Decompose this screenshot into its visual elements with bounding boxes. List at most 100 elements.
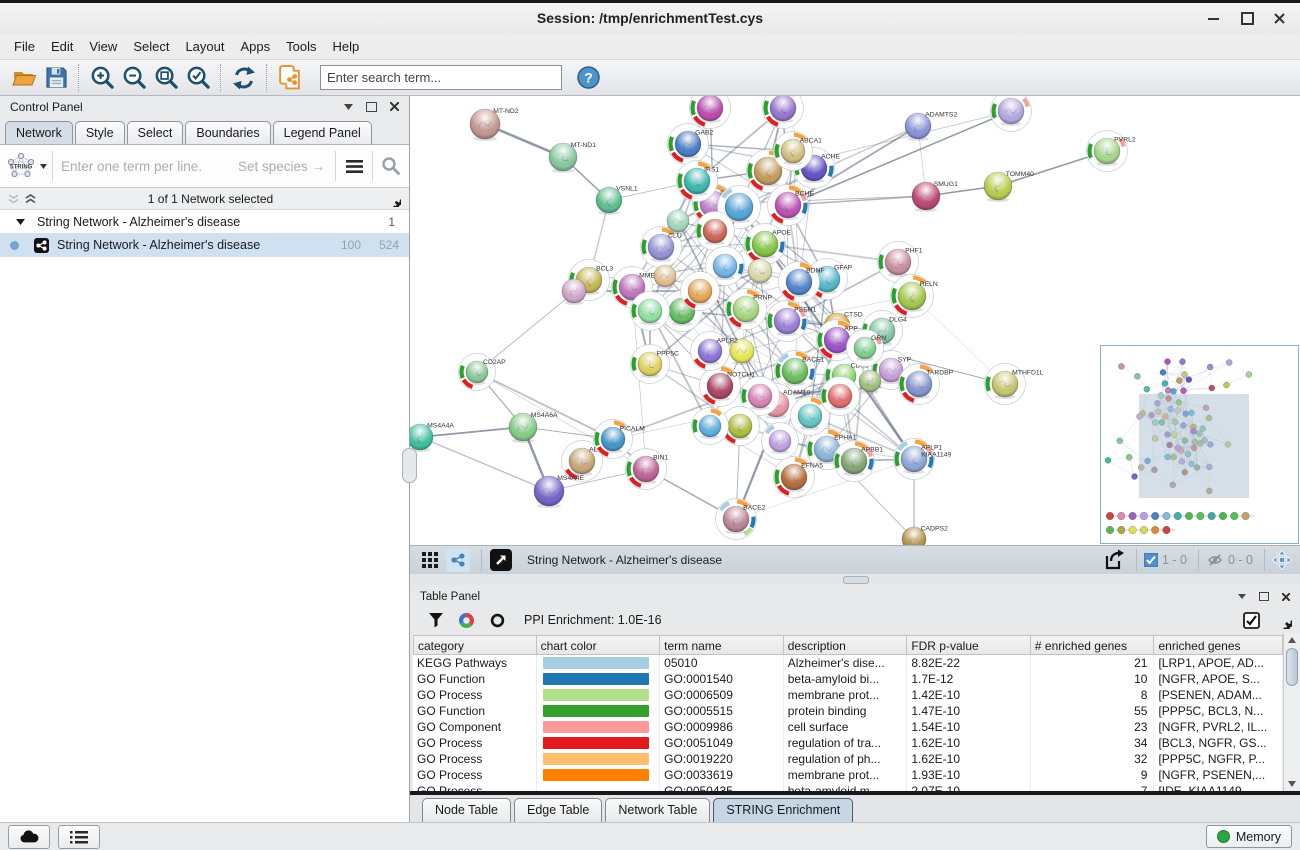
- table-row[interactable]: GO ProcessGO:0006509membrane prot...1.42…: [413, 687, 1283, 703]
- collapse-all-icon[interactable]: [8, 194, 19, 204]
- network-node-bin1[interactable]: BIN1: [626, 449, 669, 490]
- selected-checkbox-icon[interactable]: [1144, 553, 1158, 567]
- network-node-cadps2[interactable]: CADPS2: [902, 525, 948, 545]
- network-node[interactable]: [748, 259, 772, 285]
- table-row[interactable]: GO ProcessGO:0033619membrane prot...1.93…: [413, 767, 1283, 783]
- network-node-ms4a4e[interactable]: MS4A4E: [534, 475, 585, 508]
- network-node-gab2[interactable]: GAB2: [668, 124, 714, 165]
- splitter-grip[interactable]: [843, 576, 869, 584]
- network-node-smug1[interactable]: SMUG1: [912, 181, 958, 212]
- maximize-button[interactable]: [1232, 3, 1262, 34]
- table-row[interactable]: GO FunctionGO:0005515protein binding1.47…: [413, 703, 1283, 719]
- tree-expand-icon[interactable]: [16, 219, 25, 225]
- export-network-button[interactable]: [1101, 548, 1125, 572]
- table-row[interactable]: GO ProcessGO:0051049regulation of tra...…: [413, 735, 1283, 751]
- string-query-input[interactable]: [53, 158, 238, 175]
- network-node[interactable]: [762, 423, 799, 460]
- detach-view-button[interactable]: [489, 548, 513, 572]
- menu-item-view[interactable]: View: [81, 36, 125, 57]
- network-node-apoe[interactable]: APOE: [745, 224, 792, 265]
- network-node[interactable]: [631, 292, 670, 331]
- column-header-enriched-genes[interactable]: enriched genes: [1154, 635, 1283, 655]
- menu-item-select[interactable]: Select: [125, 36, 177, 57]
- network-node-pvrl2[interactable]: PVRL2: [1087, 131, 1136, 172]
- select-all-checkbox-icon[interactable]: [1243, 612, 1260, 629]
- menu-item-tools[interactable]: Tools: [278, 36, 324, 57]
- menu-item-apps[interactable]: Apps: [233, 36, 279, 57]
- panel-menu-caret-icon[interactable]: [1238, 594, 1246, 599]
- tab-network[interactable]: Network: [5, 121, 73, 144]
- minimap-viewport[interactable]: [1139, 394, 1249, 498]
- network-node[interactable]: [763, 96, 804, 129]
- close-button[interactable]: [1264, 3, 1294, 34]
- menu-item-help[interactable]: Help: [325, 36, 368, 57]
- tab-select[interactable]: Select: [127, 121, 184, 144]
- column-header-enriched-genes[interactable]: # enriched genes: [1031, 635, 1155, 655]
- column-header-category[interactable]: category: [413, 635, 537, 655]
- close-panel-icon[interactable]: [390, 102, 399, 111]
- float-panel-icon[interactable]: [366, 102, 377, 112]
- refresh-button[interactable]: [228, 63, 260, 93]
- gear-icon[interactable]: [1274, 611, 1292, 629]
- zoom-fit-button[interactable]: [150, 63, 182, 93]
- panel-menu-caret-icon[interactable]: [344, 104, 353, 110]
- gear-icon[interactable]: [385, 191, 401, 207]
- column-header-description[interactable]: description: [784, 635, 908, 655]
- network-node-cd2ap[interactable]: CD2AP: [459, 354, 507, 391]
- string-options-button[interactable]: [336, 148, 372, 184]
- string-view-button[interactable]: [446, 548, 470, 572]
- grid-view-button[interactable]: [418, 548, 442, 572]
- minimize-button[interactable]: [1198, 3, 1228, 34]
- pan-compass-icon[interactable]: [1272, 550, 1292, 570]
- network-node-bace2[interactable]: BACE2: [716, 499, 766, 540]
- string-search-button[interactable]: [373, 148, 409, 184]
- hidden-eye-icon[interactable]: [1206, 552, 1224, 568]
- zoom-in-button[interactable]: [86, 63, 118, 93]
- memory-button[interactable]: Memory: [1206, 825, 1292, 848]
- network-node[interactable]: [690, 96, 731, 129]
- menu-item-file[interactable]: File: [6, 36, 43, 57]
- open-session-button[interactable]: [8, 63, 40, 93]
- set-species-link[interactable]: Set species →: [238, 159, 325, 174]
- network-node[interactable]: [562, 279, 586, 305]
- tab-style[interactable]: Style: [75, 121, 125, 144]
- scroll-up-icon[interactable]: [1284, 633, 1300, 647]
- column-header-chart-color[interactable]: chart color: [537, 635, 661, 655]
- cloud-tasks-button[interactable]: [8, 825, 50, 849]
- task-history-button[interactable]: [58, 825, 100, 849]
- search-input[interactable]: [320, 65, 562, 90]
- scrollbar-thumb[interactable]: [1286, 648, 1298, 686]
- scroll-down-icon[interactable]: [1284, 777, 1300, 791]
- string-source-dropdown[interactable]: STRING: [0, 152, 52, 180]
- network-node-tardbp[interactable]: TARDBP: [899, 364, 954, 405]
- network-node-mt-nd1[interactable]: MT-ND1: [549, 142, 596, 173]
- network-row[interactable]: String Network - Alzheimer's disease 100…: [0, 233, 409, 257]
- network-node-prnp[interactable]: PRNP: [726, 289, 773, 330]
- chart-color-donut-icon[interactable]: [458, 612, 475, 629]
- network-node[interactable]: [821, 377, 860, 416]
- menu-item-edit[interactable]: Edit: [43, 36, 81, 57]
- tab-boundaries[interactable]: Boundaries: [185, 121, 270, 144]
- zoom-out-button[interactable]: [118, 63, 150, 93]
- network-node[interactable]: [859, 370, 881, 394]
- network-node-reln[interactable]: RELN: [891, 275, 938, 318]
- tab-node-table[interactable]: Node Table: [422, 798, 511, 822]
- network-node-vsnl1[interactable]: VSNL1: [596, 186, 638, 215]
- filter-icon[interactable]: [428, 612, 444, 628]
- network-node-mthfd1l[interactable]: MTHFD1L: [985, 364, 1044, 405]
- close-panel-icon[interactable]: [1282, 593, 1290, 601]
- table-row[interactable]: GO ProcessGO:0019220regulation of ph...1…: [413, 751, 1283, 767]
- network-node[interactable]: [692, 408, 729, 445]
- tab-legend-panel[interactable]: Legend Panel: [273, 121, 372, 144]
- network-collection-row[interactable]: String Network - Alzheimer's disease 1: [0, 210, 409, 233]
- table-row[interactable]: KEGG Pathways05010Alzheimer's dise...8.8…: [413, 655, 1283, 671]
- column-header-fdr-p-value[interactable]: FDR p-value: [907, 635, 1031, 655]
- float-panel-icon[interactable]: [1259, 592, 1269, 601]
- birdseye-view[interactable]: [1100, 345, 1299, 544]
- panel-splitter-handle[interactable]: [402, 448, 417, 483]
- network-node[interactable]: [654, 265, 676, 289]
- tab-edge-table[interactable]: Edge Table: [514, 798, 602, 822]
- network-node-efna5[interactable]: EFNA5: [774, 457, 824, 498]
- zoom-selected-button[interactable]: [182, 63, 214, 93]
- tab-string-enrichment[interactable]: STRING Enrichment: [713, 798, 853, 822]
